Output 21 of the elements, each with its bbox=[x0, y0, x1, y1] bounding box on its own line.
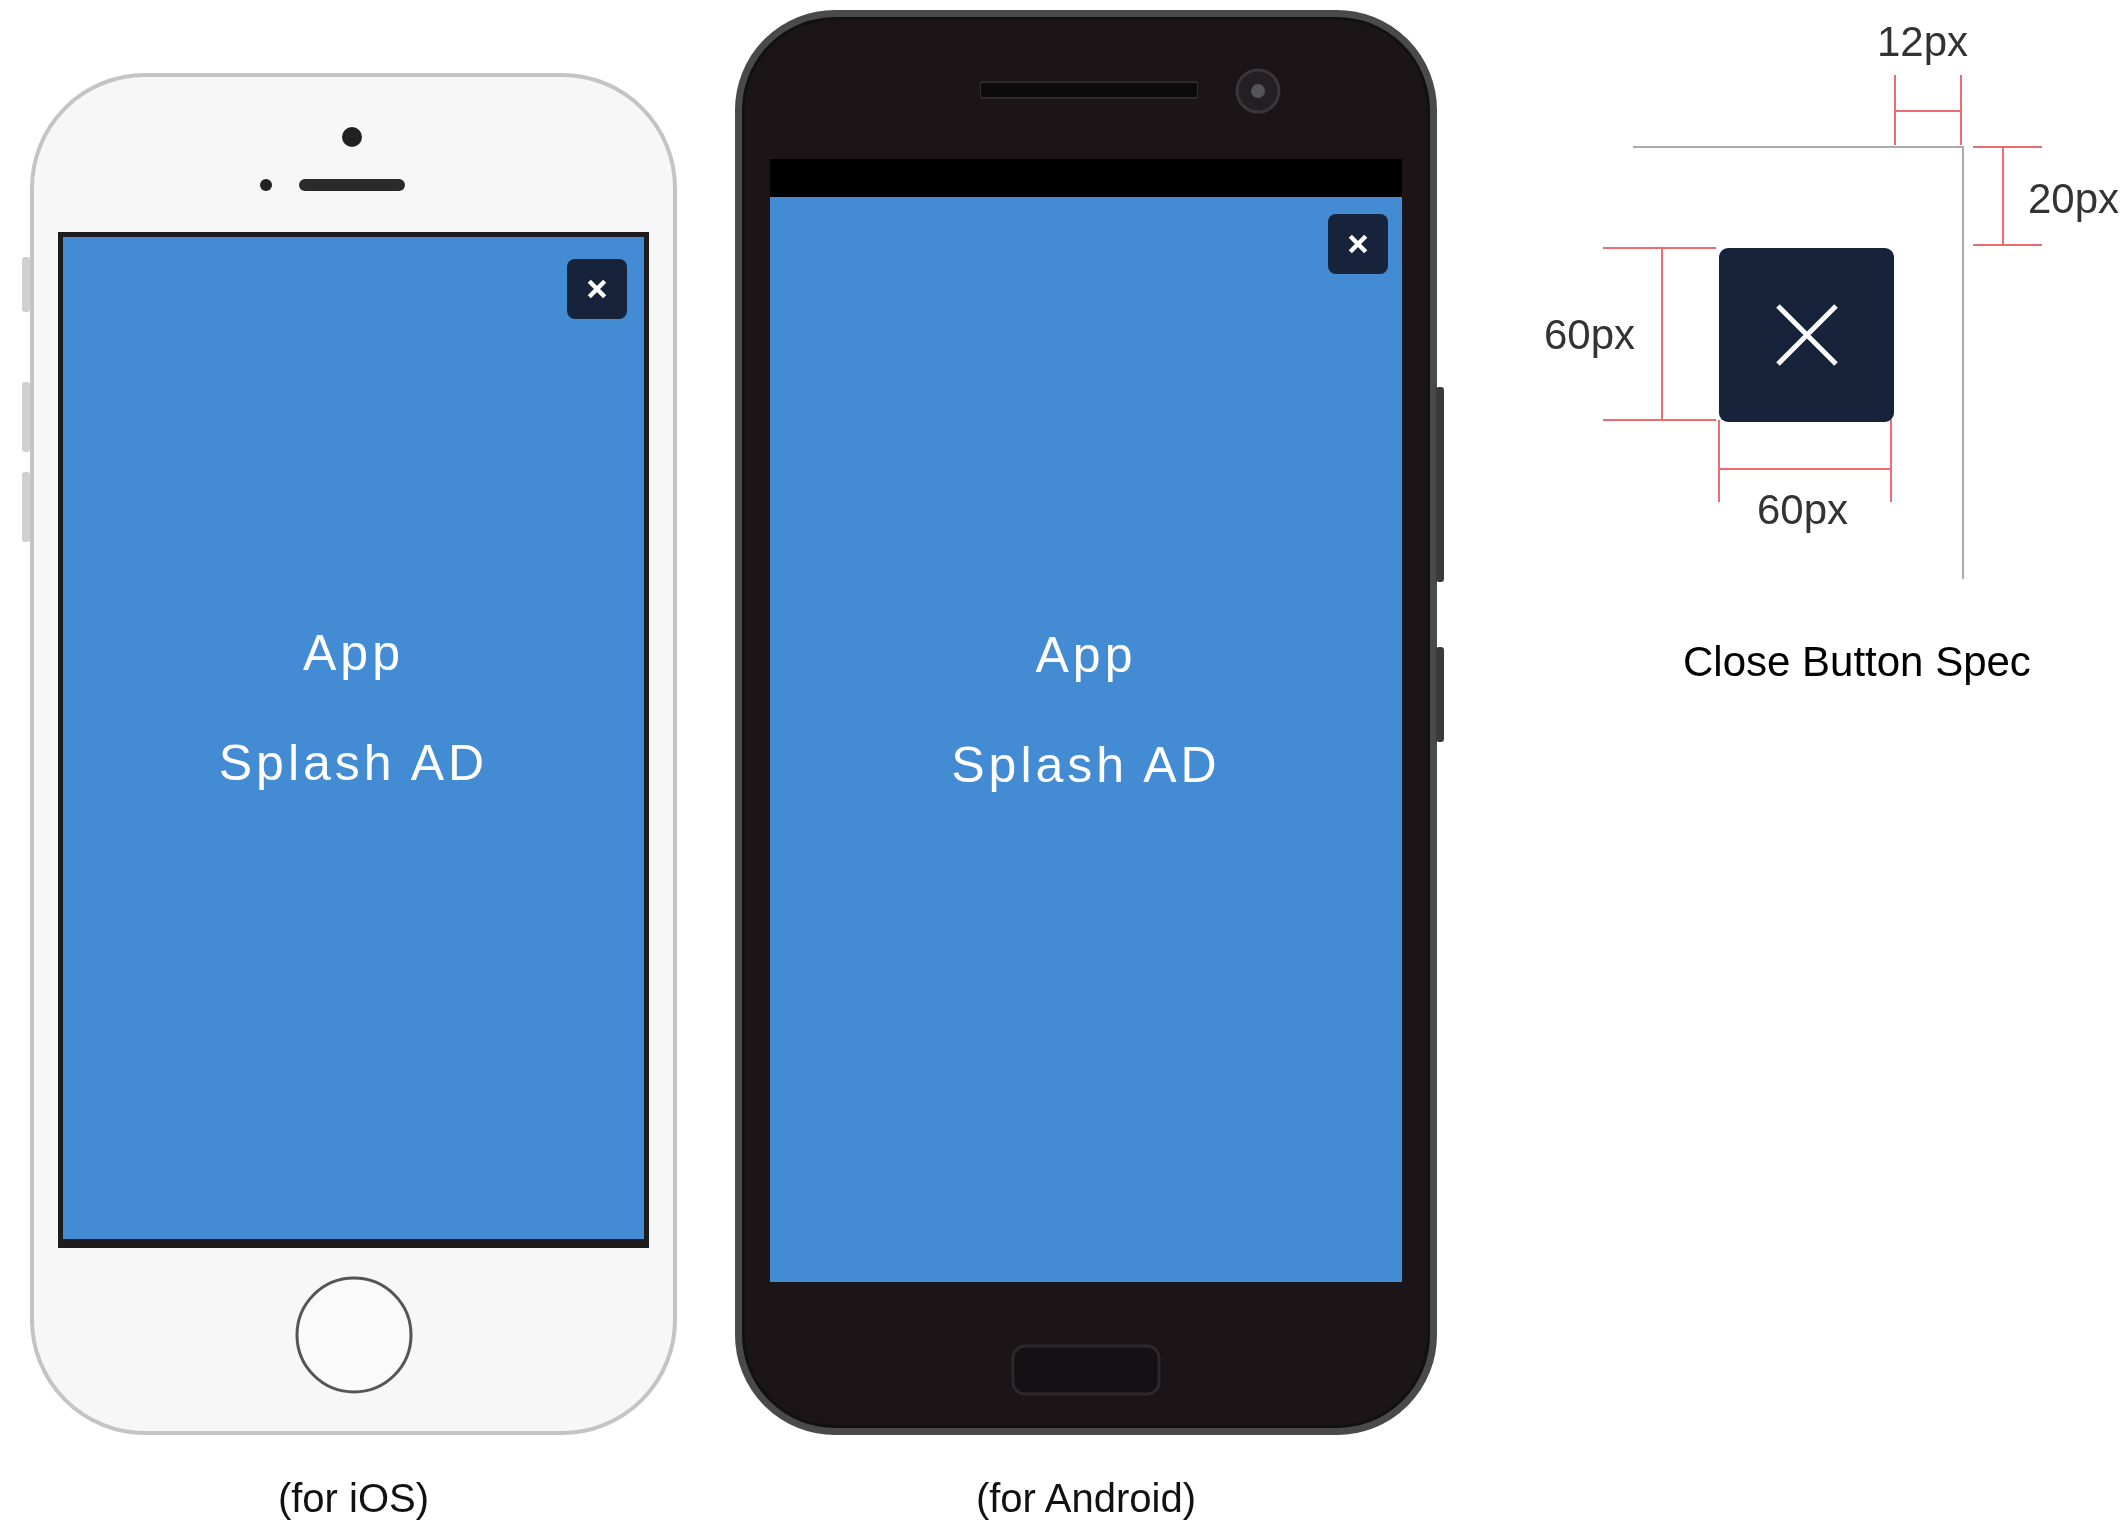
speaker-icon bbox=[299, 178, 405, 192]
caption: (for Android) bbox=[974, 1475, 1198, 1521]
dimension-label: 60px bbox=[1757, 486, 1849, 534]
close-button[interactable] bbox=[567, 259, 627, 319]
camera-icon bbox=[341, 126, 363, 148]
dimension-label: 12px bbox=[1877, 18, 1969, 66]
close-button[interactable] bbox=[1328, 214, 1388, 274]
spec-title: Close Button Spec bbox=[1683, 638, 2031, 686]
ad-text: Splash AD bbox=[218, 734, 489, 793]
ad-text: App bbox=[1035, 625, 1137, 685]
dimension-line bbox=[1894, 74, 1962, 146]
ad-text: App bbox=[303, 624, 404, 683]
close-icon bbox=[586, 278, 608, 300]
close-icon bbox=[1774, 303, 1839, 367]
caption: (for iOS) bbox=[276, 1475, 431, 1521]
sensor-dot bbox=[259, 178, 273, 192]
ad-text: Splash AD bbox=[951, 735, 1221, 795]
dimension-label: 20px bbox=[2028, 175, 2120, 223]
dimension-label: 60px bbox=[1544, 311, 1636, 359]
close-icon bbox=[1347, 233, 1369, 255]
camera-icon bbox=[1235, 68, 1281, 114]
